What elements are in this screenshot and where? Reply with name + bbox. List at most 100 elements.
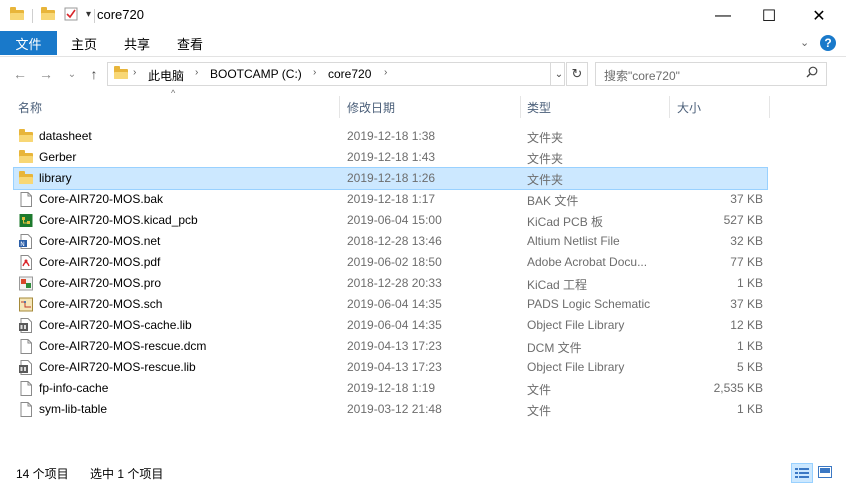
table-row[interactable]: N Core-AIR720-MOS.net 2018-12-28 13:46 Alti… [14,231,767,252]
tab-file[interactable]: 文件 [0,31,57,55]
file-date-modified: 2019-04-13 17:23 [347,339,442,353]
address-dropdown-button[interactable]: ⌄ [550,63,567,85]
recent-locations-button[interactable]: ⌄ [62,63,82,85]
file-date-modified: 2019-06-04 14:35 [347,297,442,311]
breadcrumb-separator[interactable]: › [384,67,387,78]
large-icons-view-icon [818,466,832,478]
tab-share[interactable]: 共享 [124,31,150,55]
tab-home[interactable]: 主页 [71,31,97,55]
table-row[interactable]: Core-AIR720-MOS.sch 2019-06-04 14:35 PADS … [14,294,767,315]
details-view-button[interactable] [791,463,813,483]
table-row[interactable]: Core-AIR720-MOS.pro 2018-12-28 20:33 KiCad… [14,273,767,294]
search-icon[interactable] [806,66,818,78]
column-header-size[interactable]: 大小 [677,96,701,118]
file-name: Core-AIR720-MOS-rescue.dcm [39,339,207,353]
divider [94,9,95,23]
file-type: KiCad PCB 板 [527,215,604,229]
table-row[interactable]: Core-AIR720-MOS-rescue.dcm 2019-04-13 17:… [14,336,767,357]
file-type: 文件 [527,404,552,418]
blank-file-icon [19,381,33,396]
table-row[interactable]: fp-info-cache 2019-12-18 1:19 文件 2,535 KB [14,378,767,399]
close-button[interactable]: ✕ [796,0,842,31]
sort-ascending-icon: ^ [171,88,176,98]
file-type: Object File Library [527,360,625,374]
file-type: BAK 文件 [527,194,579,208]
help-icon[interactable]: ? [820,35,836,51]
file-size: 77 KB [730,255,763,269]
file-size: 1 KB [736,276,763,290]
table-row[interactable]: datasheet 2019-12-18 1:38 文件夹 [14,126,767,147]
window-title: core720 [97,7,144,22]
refresh-button[interactable]: ↻ [566,62,588,86]
status-selected-count: 选中 1 个项目 [90,467,164,481]
table-row[interactable]: Core-AIR720-MOS-cache.lib 2019-06-04 14:3… [14,315,767,336]
breadcrumb-this-pc[interactable]: 此电脑 [148,67,184,84]
new-folder-icon[interactable] [41,7,55,20]
blank-file-icon [19,339,33,354]
table-row[interactable]: Core-AIR720-MOS-rescue.lib 2019-04-13 17:… [14,357,767,378]
file-size: 527 KB [723,213,763,227]
up-button[interactable]: ↑ [84,63,104,85]
file-name: Core-AIR720-MOS-cache.lib [39,318,192,332]
folder-icon [19,171,33,186]
altium-netlist-icon: N [19,234,33,249]
expand-ribbon-icon[interactable]: ⌄ [800,36,809,49]
breadcrumb-separator[interactable]: › [133,67,136,78]
svg-text:N: N [20,241,25,248]
table-row[interactable]: Core-AIR720-MOS.bak 2019-12-18 1:17 BAK 文件… [14,189,767,210]
column-divider[interactable] [669,96,670,118]
folder-icon [19,129,33,144]
folder-icon [19,150,33,165]
breadcrumb-drive[interactable]: BOOTCAMP (C:) [210,67,302,81]
table-row[interactable]: Gerber 2019-12-18 1:43 文件夹 [14,147,767,168]
file-name: Core-AIR720-MOS.sch [39,297,163,311]
file-date-modified: 2019-04-13 17:23 [347,360,442,374]
file-type: Adobe Acrobat Docu... [527,255,648,269]
file-name: Core-AIR720-MOS.bak [39,192,164,206]
column-divider[interactable] [769,96,770,118]
schematic-icon [19,297,33,312]
table-row[interactable]: Core-AIR720-MOS.kicad_pcb 2019-06-04 15:0… [14,210,767,231]
breadcrumb-separator[interactable]: › [195,67,198,78]
file-date-modified: 2019-12-18 1:38 [347,129,436,143]
table-row[interactable]: sym-lib-table 2019-03-12 21:48 文件 1 KB [14,399,767,420]
file-date-modified: 2019-12-18 1:19 [347,381,436,395]
column-divider[interactable] [520,96,521,118]
breadcrumb-folder[interactable]: core720 [328,67,371,81]
forward-button[interactable]: → [36,63,56,85]
quick-access-dropdown-icon[interactable]: ▾ [86,9,91,20]
column-header-date[interactable]: 修改日期 [347,96,395,118]
tab-view[interactable]: 查看 [177,31,203,55]
large-icons-view-button[interactable] [815,463,835,481]
minimize-button[interactable]: — [700,0,746,31]
file-type: Altium Netlist File [527,234,620,248]
kicad-project-icon [19,276,33,291]
column-header-type[interactable]: 类型 [527,96,551,118]
file-name: Core-AIR720-MOS.pdf [39,255,161,269]
file-size: 12 KB [730,318,763,332]
table-row[interactable]: Core-AIR720-MOS.pdf 2019-06-02 18:50 Adobe… [14,252,767,273]
properties-icon[interactable] [64,7,78,21]
file-date-modified: 2019-12-18 1:17 [347,192,436,206]
file-size: 1 KB [736,402,763,416]
column-divider[interactable] [339,96,340,118]
file-type: PADS Logic Schematic [527,297,651,311]
file-type: 文件夹 [527,152,564,166]
file-name: datasheet [39,129,92,143]
maximize-button[interactable]: ☐ [746,0,792,31]
file-date-modified: 2019-12-18 1:26 [347,171,436,185]
divider [32,9,33,23]
breadcrumb-separator[interactable]: › [313,67,316,78]
library-file-icon [19,318,33,333]
file-type: Object File Library [527,318,625,332]
file-size: 37 KB [730,297,763,311]
file-name: fp-info-cache [39,381,109,395]
kicad-pcb-icon [19,213,33,228]
column-header-name[interactable]: 名称 [18,96,42,118]
search-placeholder: 搜索"core720" [604,69,680,83]
folder-icon [114,66,128,79]
back-button[interactable]: ← [10,63,30,85]
file-size: 37 KB [730,192,763,206]
file-date-modified: 2019-03-12 21:48 [347,402,442,416]
table-row[interactable]: library 2019-12-18 1:26 文件夹 [13,167,768,190]
